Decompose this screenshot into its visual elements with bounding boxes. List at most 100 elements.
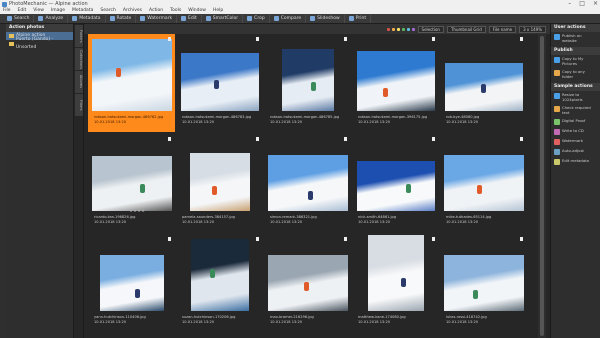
photo-thumbnail-cell[interactable]: robson-hatsukami-morgan-396175.jpg 10.01.…: [352, 34, 439, 132]
action-resize-to-1024pixels[interactable]: Resize to 1024pixels: [551, 91, 600, 104]
color-labels: [386, 27, 415, 31]
view-dropdown[interactable]: Thumbnail Grid: [446, 25, 486, 33]
flag-icon[interactable]: [520, 137, 523, 141]
photo-thumbnail-cell[interactable]: robson-hatsukami-morgan-486762.jpg 10.01.…: [88, 34, 175, 132]
slideshow-button[interactable]: Slideshow: [306, 14, 345, 23]
photo-thumbnail-cell[interactable]: pamela-saunders-384157.jpg 10.01.2018 13:…: [176, 134, 263, 232]
action-watermark[interactable]: Watermark: [551, 137, 600, 147]
flag-icon[interactable]: [168, 237, 171, 241]
photo-thumbnail[interactable]: [180, 53, 259, 111]
color-label-swatch[interactable]: [411, 27, 415, 31]
watermark-button[interactable]: Watermark: [136, 14, 178, 23]
photo-thumbnail[interactable]: [91, 39, 172, 111]
photo-thumbnail[interactable]: [190, 239, 249, 311]
flag-icon[interactable]: [344, 237, 347, 241]
photo-thumbnail-cell[interactable]: matthew-kane-174080.jpg 10.01.2018 13:20: [352, 234, 439, 332]
maximize-icon[interactable]: □: [579, 0, 585, 8]
actions-panel: User actions Publish on website Publish Co…: [550, 24, 600, 338]
photo-thumbnail-cell[interactable]: lukas-rossi-418742.jpg 10.01.2018 13:20: [440, 234, 527, 332]
zoom-dropdown[interactable]: 3 x 149%: [519, 25, 546, 33]
flag-icon[interactable]: [432, 237, 435, 241]
rotate-button[interactable]: Rotate: [106, 14, 137, 23]
search-button[interactable]: Search: [3, 14, 35, 23]
flag-icon[interactable]: [344, 137, 347, 141]
photo-thumbnail[interactable]: [267, 255, 348, 311]
photo-thumbnail-cell[interactable]: ricardo-tea-196826.jpg 10.01.2018 13:20 ★★…: [88, 134, 175, 232]
skier-figure: [209, 269, 215, 279]
vtab-collections[interactable]: Collections: [75, 48, 83, 70]
photo-thumbnail[interactable]: [367, 235, 424, 311]
scroll-thumb[interactable]: [540, 36, 544, 336]
flag-icon[interactable]: [168, 137, 171, 141]
search-label: Search: [14, 16, 30, 21]
color-label-swatch[interactable]: [396, 27, 400, 31]
metadata-button[interactable]: Metadata: [68, 14, 106, 23]
action-write-to-cd[interactable]: Write to CD: [551, 127, 600, 137]
action-copy-to-any-folder[interactable]: Copy to any folder: [551, 68, 600, 81]
sort-dropdown[interactable]: File name: [488, 25, 517, 33]
crop-button[interactable]: Crop: [243, 14, 270, 23]
flag-icon[interactable]: [520, 237, 523, 241]
action-auto-adjust[interactable]: Auto-adjust: [551, 147, 600, 157]
star-rating[interactable]: ★★★★: [129, 209, 145, 214]
photo-thumbnail-cell[interactable]: mike-tuthades-65114.jpg 10.01.2018 13:20: [440, 134, 527, 232]
photo-thumbnail[interactable]: [99, 255, 164, 311]
skier-figure: [115, 67, 121, 77]
action-digital-proof[interactable]: Digital Proof: [551, 117, 600, 127]
flag-icon[interactable]: [432, 37, 435, 41]
edit-button[interactable]: Edit: [177, 14, 202, 23]
photo-thumbnail[interactable]: [281, 49, 334, 111]
photo-thumbnail[interactable]: [267, 155, 348, 211]
photo-thumbnail-cell[interactable]: max-bramer-216296.jpg 10.01.2018 13:20: [264, 234, 351, 332]
color-label-swatch[interactable]: [391, 27, 395, 31]
analyze-button[interactable]: Analyze: [34, 14, 69, 23]
photo-thumbnail[interactable]: [189, 153, 250, 211]
flag-icon[interactable]: [520, 37, 523, 41]
photo-thumbnail-cell[interactable]: yann-hutchinson-110406.jpg 10.01.2018 13:…: [88, 234, 175, 332]
photo-thumbnail[interactable]: [443, 155, 524, 211]
smartcolor-button[interactable]: SmartColor: [202, 14, 244, 23]
action-edit-metadata[interactable]: Edit metadata: [551, 157, 600, 167]
photo-thumbnail[interactable]: [444, 63, 523, 111]
action-copy-to-my-pictures[interactable]: Copy to My Pictures: [551, 55, 600, 68]
file-date: 10.01.2018 13:20: [270, 320, 303, 324]
photo-thumbnail[interactable]: [91, 156, 172, 211]
photo-thumbnail-cell[interactable]: robson-hatsukami-morgan-486785.jpg 10.01.…: [264, 34, 351, 132]
folder-item[interactable]: Puerto (Gando) - Unsorted: [6, 37, 73, 50]
flag-icon[interactable]: [432, 137, 435, 141]
photo-thumbnail-cell[interactable]: rob-bye-48080.jpg 10.01.2018 13:20: [440, 34, 527, 132]
close-icon[interactable]: ×: [593, 0, 598, 8]
photo-thumbnail-cell[interactable]: robson-hatsukami-morgan-486783.jpg 10.01.…: [176, 34, 263, 132]
photo-thumbnail-cell[interactable]: nick-smith-64861.jpg 10.01.2018 13:20: [352, 134, 439, 232]
print-icon: [348, 16, 354, 21]
left-panel: Action photos Alpine action Puerto (Gando…: [6, 24, 74, 338]
photo-thumbnail[interactable]: [443, 255, 524, 311]
action-check-required-text[interactable]: Check required text: [551, 104, 600, 117]
flag-icon[interactable]: [256, 237, 259, 241]
print-button[interactable]: Print: [345, 14, 372, 23]
color-label-swatch[interactable]: [401, 27, 405, 31]
folder-icon: [9, 42, 14, 46]
action-publish-on-website[interactable]: Publish on website: [551, 32, 600, 45]
photo-thumbnail-cell[interactable]: suzan-hutchinson-170206.jpg 10.01.2018 13…: [176, 234, 263, 332]
vtab-albums[interactable]: Albums: [75, 71, 83, 93]
vtab-filters[interactable]: Filters: [75, 94, 83, 116]
grid-scrollbar[interactable]: [538, 34, 546, 338]
photo-thumbnail[interactable]: [356, 51, 435, 111]
photo-thumbnail-cell[interactable]: simon-remark-386321.jpg 10.01.2018 13:20: [264, 134, 351, 232]
minimize-icon[interactable]: –: [568, 0, 571, 8]
file-name: robson-hatsukami-morgan-486785.jpg: [270, 115, 340, 119]
selection-dropdown[interactable]: Selection: [417, 25, 444, 33]
vtab-folders[interactable]: Folders: [75, 25, 83, 47]
smartcolor-icon: [205, 16, 211, 21]
color-label-swatch[interactable]: [386, 27, 390, 31]
flag-icon[interactable]: [344, 37, 347, 41]
publish-title: Publish: [551, 47, 600, 55]
photo-thumbnail[interactable]: [356, 161, 435, 211]
flag-icon[interactable]: [168, 37, 171, 41]
folder-icon: [554, 70, 560, 76]
flag-icon[interactable]: [256, 137, 259, 141]
color-label-swatch[interactable]: [406, 27, 410, 31]
compare-button[interactable]: Compare: [270, 14, 307, 23]
flag-icon[interactable]: [256, 37, 259, 41]
